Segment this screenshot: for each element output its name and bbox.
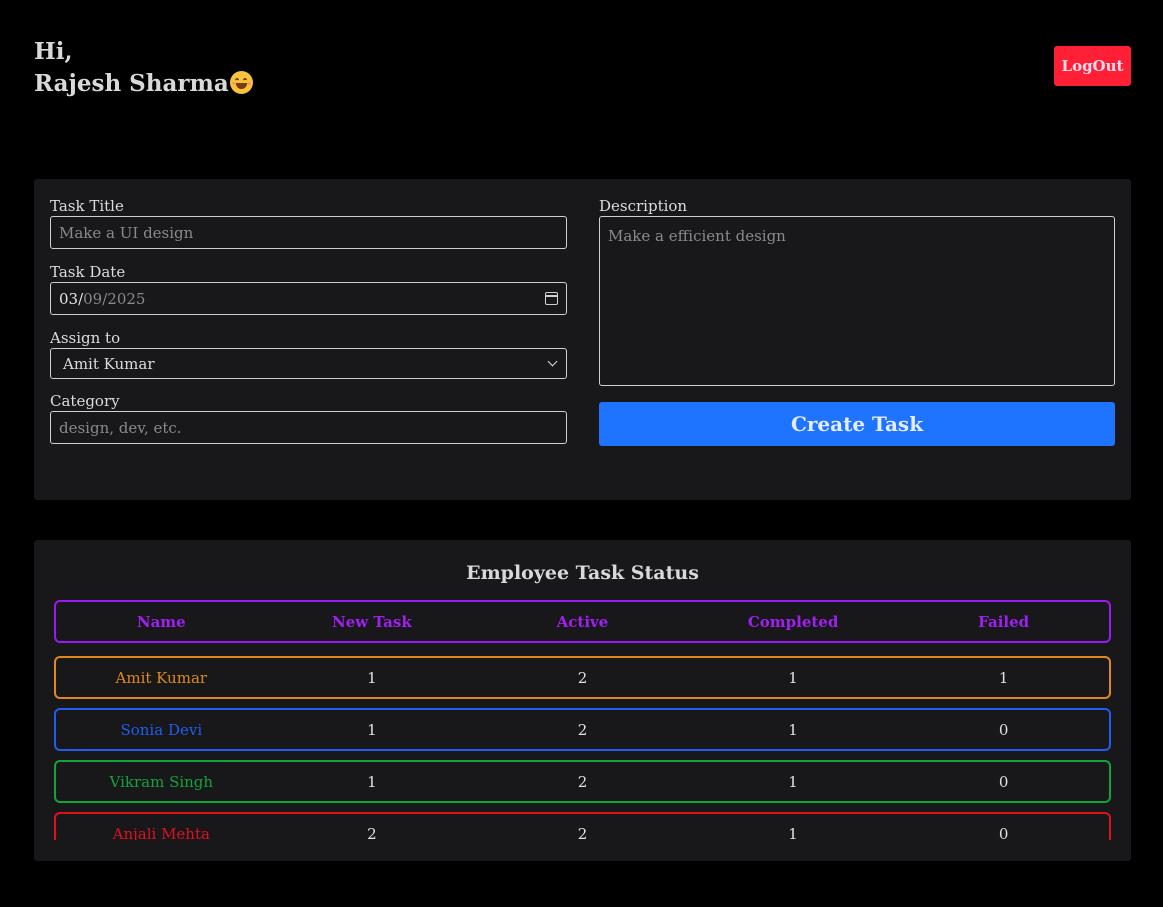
employee-name: Vikram Singh xyxy=(109,772,214,791)
failed-count: 1 xyxy=(998,668,1009,687)
user-name: Rajesh Sharma xyxy=(34,70,229,97)
create-task-form: Task Title Make a UI design Task Date 03… xyxy=(34,179,1131,500)
employee-task-status-panel: Employee Task Status Name New Task Activ… xyxy=(34,540,1131,861)
task-date-month: 03/ xyxy=(59,289,84,308)
table-row: Anjali Mehta 2 2 1 0 xyxy=(54,812,1111,840)
description-textarea[interactable]: Make a efficient design xyxy=(599,216,1115,386)
category-placeholder: design, dev, etc. xyxy=(59,418,182,437)
column-header-new-task: New Task xyxy=(332,612,412,631)
employee-name: Anjali Mehta xyxy=(112,824,210,841)
chevron-down-icon xyxy=(547,356,558,367)
completed-count: 1 xyxy=(788,772,798,791)
active-count: 2 xyxy=(577,668,588,687)
logout-button[interactable]: LogOut xyxy=(1054,46,1131,86)
new-task-count: 1 xyxy=(367,720,377,739)
assign-to-value: Amit Kumar xyxy=(63,354,155,373)
user-name-line: Rajesh Sharma xyxy=(34,68,253,100)
new-task-count: 1 xyxy=(367,772,377,791)
new-task-count: 1 xyxy=(367,668,377,687)
task-date-rest: 09/2025 xyxy=(83,289,146,308)
greeting: Hi, Rajesh Sharma xyxy=(34,36,253,100)
task-title-label: Task Title xyxy=(50,197,124,215)
failed-count: 0 xyxy=(998,824,1009,841)
active-count: 2 xyxy=(577,824,588,841)
task-date-value: 03/09/2025 xyxy=(59,290,145,308)
calendar-icon[interactable] xyxy=(545,292,558,305)
table-row: Vikram Singh 1 2 1 0 xyxy=(54,760,1111,803)
table-row: Sonia Devi 1 2 1 0 xyxy=(54,708,1111,751)
failed-count: 0 xyxy=(998,772,1009,791)
create-task-button[interactable]: Create Task xyxy=(599,402,1115,446)
task-date-input[interactable]: 03/09/2025 xyxy=(50,282,567,315)
column-header-name: Name xyxy=(136,612,186,631)
task-title-placeholder: Make a UI design xyxy=(59,223,194,242)
form-right-column: Description Make a efficient design Crea… xyxy=(599,196,1115,446)
new-task-count: 2 xyxy=(367,824,377,841)
column-header-failed: Failed xyxy=(978,612,1030,631)
table-header-row: Name New Task Active Completed Failed xyxy=(54,600,1111,643)
active-count: 2 xyxy=(577,720,588,739)
status-rows-scroll[interactable]: Amit Kumar 1 2 1 1 Sonia Devi 1 2 1 0 Vi… xyxy=(34,654,1131,840)
failed-count: 0 xyxy=(998,720,1009,739)
greeting-hi: Hi, xyxy=(34,38,73,65)
completed-count: 1 xyxy=(788,824,798,841)
page-header: Hi, Rajesh Sharma LogOut xyxy=(34,36,1131,100)
form-left-column: Task Title Make a UI design Task Date 03… xyxy=(50,196,567,444)
category-input[interactable]: design, dev, etc. xyxy=(50,411,567,444)
task-date-label: Task Date xyxy=(50,263,126,281)
task-title-input[interactable]: Make a UI design xyxy=(50,216,567,249)
description-placeholder: Make a efficient design xyxy=(608,227,786,245)
status-title: Employee Task Status xyxy=(466,562,699,584)
completed-count: 1 xyxy=(788,720,798,739)
table-row: Amit Kumar 1 2 1 1 xyxy=(54,656,1111,699)
column-header-active: Active xyxy=(556,612,609,631)
employee-name: Sonia Devi xyxy=(120,720,203,739)
active-count: 2 xyxy=(577,772,588,791)
assign-to-label: Assign to xyxy=(50,329,121,347)
assign-to-select[interactable]: Amit Kumar xyxy=(50,348,567,379)
category-label: Category xyxy=(50,392,120,410)
column-header-completed: Completed xyxy=(747,612,839,631)
completed-count: 1 xyxy=(788,668,798,687)
employee-name: Amit Kumar xyxy=(115,668,208,687)
description-label: Description xyxy=(599,197,688,215)
smiling-face-icon xyxy=(229,71,253,94)
